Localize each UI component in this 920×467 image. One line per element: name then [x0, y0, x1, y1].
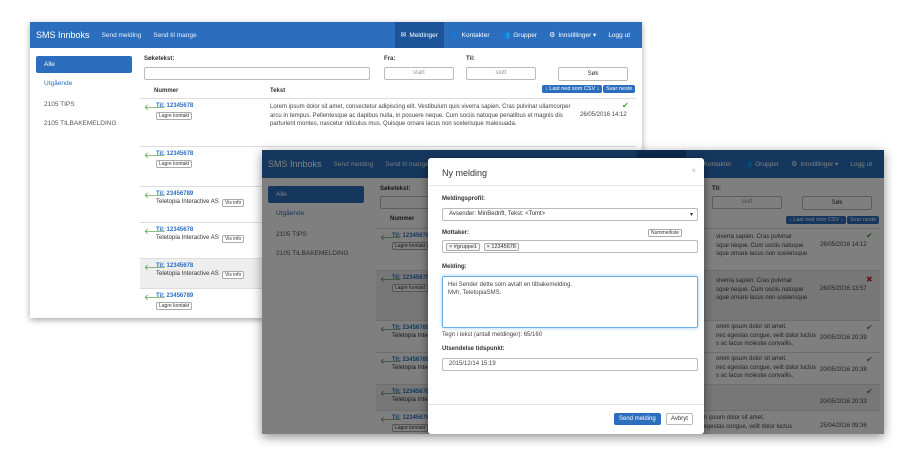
top-navbar: SMS Innboks Send melding Send til mange …: [30, 22, 642, 48]
number-list-button[interactable]: Nummerliste: [648, 229, 683, 237]
send-message-button[interactable]: Send melding: [614, 413, 661, 425]
sidebar-item-outgoing[interactable]: Utgående: [36, 75, 132, 92]
gear-icon: ⚙: [549, 32, 556, 39]
nav-messages[interactable]: ✉Meldinger: [394, 22, 444, 48]
envelope-icon: ✉: [400, 32, 407, 39]
recipient-number[interactable]: Til: 23456789: [156, 293, 193, 299]
cancel-button[interactable]: Avbryt: [666, 413, 693, 425]
modal-header: Ny melding ×: [428, 158, 704, 186]
message-label: Melding:: [442, 264, 467, 270]
recipient-number[interactable]: Til: 12345678: [156, 151, 193, 157]
check-icon: ✔: [622, 101, 629, 110]
sidebar-item-tips[interactable]: 2105 TIPS: [36, 96, 132, 113]
brand-logo[interactable]: SMS Innboks: [36, 30, 90, 40]
reply-next-button[interactable]: Svar neste: [603, 85, 636, 93]
contact-name: Teletopia Interactive AS: [156, 271, 219, 277]
from-input[interactable]: start: [384, 67, 454, 80]
show-info-button[interactable]: Vis info: [222, 199, 245, 207]
sidebar: Alle Utgående 2105 TIPS 2105 TILBAKEMELD…: [36, 56, 132, 132]
message-textarea[interactable]: Hei Sender dette som avtalt en tilbakeme…: [442, 276, 698, 328]
caret-down-icon: ▾: [689, 212, 693, 218]
nav-contacts[interactable]: 👤Kontakter: [444, 22, 496, 48]
profile-select[interactable]: Avsender: MinBedrift, Tekst: <Tomt> ▾: [442, 208, 698, 221]
modal-title: Ny melding: [442, 168, 488, 178]
recipient-number[interactable]: Til: 12345678: [156, 103, 193, 109]
recipient-tag[interactable]: × #gruppe1: [446, 243, 480, 251]
to-label: Til:: [466, 56, 475, 62]
search-input[interactable]: [144, 67, 370, 80]
front-window: SMS Innboks Send melding Send til mange …: [262, 150, 884, 434]
contact-name: Teletopia Interactive AS: [156, 235, 219, 241]
to-input[interactable]: slutt: [466, 67, 536, 80]
profile-select-value: Avsender: MinBedrift, Tekst: <Tomt>: [449, 211, 546, 217]
show-info-button[interactable]: Vis info: [222, 235, 245, 243]
contact-name: Teletopia Interactive AS: [156, 199, 219, 205]
recipient-number[interactable]: Til: 12345678: [156, 263, 193, 269]
column-header-number: Nummer: [154, 88, 179, 94]
nav-groups[interactable]: 👥Grupper: [496, 22, 544, 48]
modal-footer: Send melding Avbryt: [428, 404, 704, 434]
profile-label: Meldingsprofil:: [442, 196, 485, 202]
message-text: Lorem ipsum dolor sit amet, consectetur …: [270, 104, 571, 127]
from-label: Fra:: [384, 56, 396, 62]
recipient-label: Mottaker:: [442, 230, 470, 236]
new-message-modal: Ny melding × Meldingsprofil: Avsender: M…: [428, 158, 704, 434]
recipient-tag[interactable]: × 12345678: [483, 243, 519, 251]
search-label: Søketekst:: [144, 56, 175, 62]
recipient-number[interactable]: Til: 12345678: [156, 227, 193, 233]
search-button[interactable]: Søk: [558, 67, 628, 81]
nav-logout[interactable]: Logg ut: [602, 22, 636, 48]
recipient-number[interactable]: Til: 23456789: [156, 191, 193, 197]
nav-send-message[interactable]: Send melding: [102, 32, 142, 39]
send-time-label: Utsendelse tidspunkt:: [442, 346, 505, 352]
group-icon: 👥: [501, 32, 511, 39]
column-header-text: Tekst: [270, 88, 286, 94]
sidebar-item-feedback[interactable]: 2105 TILBAKEMELDING: [36, 115, 132, 132]
char-count: Tegn i tekst (antall meldinger): 65/160: [442, 332, 543, 338]
message-date: 26/05/2016 14:12: [580, 112, 627, 118]
recipient-tags-input[interactable]: × #gruppe1 × 12345678: [442, 240, 698, 253]
show-info-button[interactable]: Vis info: [222, 271, 245, 279]
sidebar-item-all[interactable]: Alle: [36, 56, 132, 73]
table-row[interactable]: 🡐 Til: 12345678 Lagre kontakt Lorem ipsu…: [140, 98, 636, 146]
download-csv-button[interactable]: ↓ Last ned som CSV ↓: [542, 85, 603, 93]
nav-settings[interactable]: ⚙Innstillinger ▾: [543, 22, 602, 48]
save-contact-button[interactable]: Lagre kontakt: [156, 160, 193, 168]
nav-send-to-many[interactable]: Send til mange: [153, 32, 196, 39]
save-contact-button[interactable]: Lagre kontakt: [156, 112, 193, 120]
user-icon: 👤: [449, 32, 459, 39]
send-time-input[interactable]: 2015/12/14 15:19: [442, 358, 698, 371]
save-contact-button[interactable]: Lagre kontakt: [156, 302, 193, 310]
close-icon[interactable]: ×: [691, 166, 696, 175]
